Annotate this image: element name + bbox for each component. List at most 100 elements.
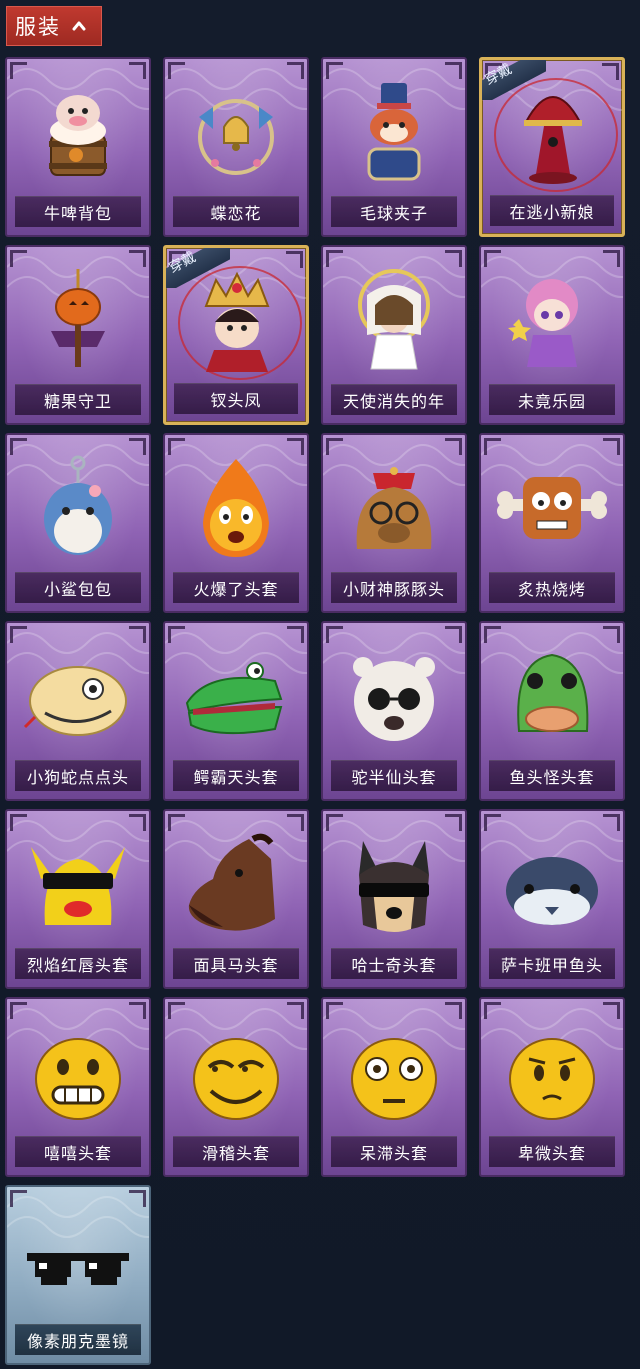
stare-emoji-mask-icon: [337, 1017, 451, 1131]
angel-halo-doll-icon: [337, 265, 451, 379]
costume-card[interactable]: 鳄霸天头套: [163, 621, 309, 801]
costume-card[interactable]: 糖果守卫: [5, 245, 151, 425]
wardrobe-page: 服装 牛啤背包 蝶恋花 毛球夹子 在逃小新娘 穿戴 糖果守卫 钗头凤 穿戴 天使…: [0, 0, 640, 1369]
butterfly-bell-wreath-icon: [179, 77, 293, 191]
name-plate: 火爆了头套: [173, 572, 299, 603]
name-plate: 卑微头套: [489, 1136, 615, 1167]
costume-card[interactable]: 小鲨包包: [5, 433, 151, 613]
name-plate: 面具马头套: [173, 948, 299, 979]
alpaca-sunglasses-mask-icon: [337, 641, 451, 755]
section-toggle-costume[interactable]: 服装: [6, 6, 102, 46]
costume-name: 在逃小新娘: [509, 203, 595, 222]
costume-card[interactable]: 鱼头怪头套: [479, 621, 625, 801]
costume-card[interactable]: 小财神豚豚头: [321, 433, 467, 613]
name-plate: 驼半仙头套: [331, 760, 457, 791]
costume-card[interactable]: 未竟乐园: [479, 245, 625, 425]
costume-card[interactable]: 像素朋克墨镜: [5, 1185, 151, 1365]
pumpkin-scarecrow-icon: [21, 265, 135, 379]
costume-name: 天使消失的年: [342, 392, 445, 411]
costume-name: 哈士奇头套: [351, 956, 437, 975]
pink-hair-doll-icon: [495, 265, 609, 379]
costume-name: 未竟乐园: [517, 392, 586, 411]
raccoon-drummer-icon: [337, 77, 451, 191]
grin-emoji-mask-icon: [21, 1017, 135, 1131]
costume-name: 呆滞头套: [359, 1144, 428, 1163]
costume-name: 糖果守卫: [43, 392, 112, 411]
smirk-emoji-mask-icon: [179, 1017, 293, 1131]
costume-name: 鳄霸天头套: [193, 768, 279, 787]
costume-card[interactable]: 毛球夹子: [321, 57, 467, 237]
costume-name: 小狗蛇点点头: [26, 768, 129, 787]
costume-card[interactable]: 卑微头套: [479, 997, 625, 1177]
name-plate: 哈士奇头套: [331, 948, 457, 979]
equipped-badge: 穿戴: [482, 60, 546, 100]
costume-name: 鱼头怪头套: [509, 768, 595, 787]
name-plate: 牛啤背包: [15, 196, 141, 227]
capybara-god-mask-icon: [337, 453, 451, 567]
yellow-pika-lips-mask-icon: [21, 829, 135, 943]
sacabambaspis-mask-icon: [495, 829, 609, 943]
costume-card[interactable]: 驼半仙头套: [321, 621, 467, 801]
name-plate: 小鲨包包: [15, 572, 141, 603]
fish-head-mask-icon: [495, 641, 609, 755]
name-plate: 鱼头怪头套: [489, 760, 615, 791]
pixel-sunglasses-icon: [21, 1205, 135, 1319]
name-plate: 炙热烧烤: [489, 572, 615, 603]
costume-card[interactable]: 牛啤背包: [5, 57, 151, 237]
cow-beer-barrel-icon: [21, 77, 135, 191]
name-plate: 钗头凤: [174, 383, 298, 414]
costume-card[interactable]: 小狗蛇点点头: [5, 621, 151, 801]
name-plate: 烈焰红唇头套: [15, 948, 141, 979]
chevron-up-icon: [72, 21, 86, 31]
name-plate: 小财神豚豚头: [331, 572, 457, 603]
shy-emoji-mask-icon: [495, 1017, 609, 1131]
costume-name: 面具马头套: [193, 956, 279, 975]
name-plate: 在逃小新娘: [490, 195, 614, 226]
fire-blob-mask-icon: [179, 453, 293, 567]
costume-card[interactable]: 炙热烧烤: [479, 433, 625, 613]
costume-name: 蝶恋花: [210, 204, 262, 223]
costume-name: 驼半仙头套: [351, 768, 437, 787]
snake-dog-mask-icon: [21, 641, 135, 755]
costume-name: 牛啤背包: [43, 204, 112, 223]
name-plate: 天使消失的年: [331, 384, 457, 415]
costume-name: 卑微头套: [517, 1144, 586, 1163]
costume-name: 毛球夹子: [359, 204, 428, 223]
costume-name: 钗头凤: [210, 391, 262, 410]
costume-card[interactable]: 嘻嘻头套: [5, 997, 151, 1177]
costume-name: 炙热烧烤: [517, 580, 586, 599]
costume-card[interactable]: 哈士奇头套: [321, 809, 467, 989]
costume-card[interactable]: 滑稽头套: [163, 997, 309, 1177]
name-plate: 嘻嘻头套: [15, 1136, 141, 1167]
costume-card[interactable]: 面具马头套: [163, 809, 309, 989]
costume-name: 小财神豚豚头: [342, 580, 445, 599]
name-plate: 未竟乐园: [489, 384, 615, 415]
costume-card[interactable]: 钗头凤 穿戴: [163, 245, 309, 425]
costume-name: 萨卡班甲鱼头: [500, 956, 603, 975]
name-plate: 糖果守卫: [15, 384, 141, 415]
costume-card[interactable]: 在逃小新娘 穿戴: [479, 57, 625, 237]
name-plate: 滑稽头套: [173, 1136, 299, 1167]
name-plate: 鳄霸天头套: [173, 760, 299, 791]
equipped-badge: 穿戴: [166, 248, 230, 288]
section-title: 服装: [15, 15, 61, 39]
costume-card[interactable]: 烈焰红唇头套: [5, 809, 151, 989]
name-plate: 呆滞头套: [331, 1136, 457, 1167]
name-plate: 蝶恋花: [173, 196, 299, 227]
horse-head-mask-icon: [179, 829, 293, 943]
costume-card[interactable]: 萨卡班甲鱼头: [479, 809, 625, 989]
name-plate: 毛球夹子: [331, 196, 457, 227]
costume-name: 火爆了头套: [193, 580, 279, 599]
costume-name: 烈焰红唇头套: [26, 956, 129, 975]
costume-name: 小鲨包包: [43, 580, 112, 599]
name-plate: 小狗蛇点点头: [15, 760, 141, 791]
costume-card[interactable]: 火爆了头套: [163, 433, 309, 613]
costume-name: 嘻嘻头套: [43, 1144, 112, 1163]
costume-card[interactable]: 天使消失的年: [321, 245, 467, 425]
costume-card[interactable]: 蝶恋花: [163, 57, 309, 237]
meat-bone-mask-icon: [495, 453, 609, 567]
crocodile-mask-icon: [179, 641, 293, 755]
name-plate: 萨卡班甲鱼头: [489, 948, 615, 979]
costume-card[interactable]: 呆滞头套: [321, 997, 467, 1177]
shark-keychain-icon: [21, 453, 135, 567]
